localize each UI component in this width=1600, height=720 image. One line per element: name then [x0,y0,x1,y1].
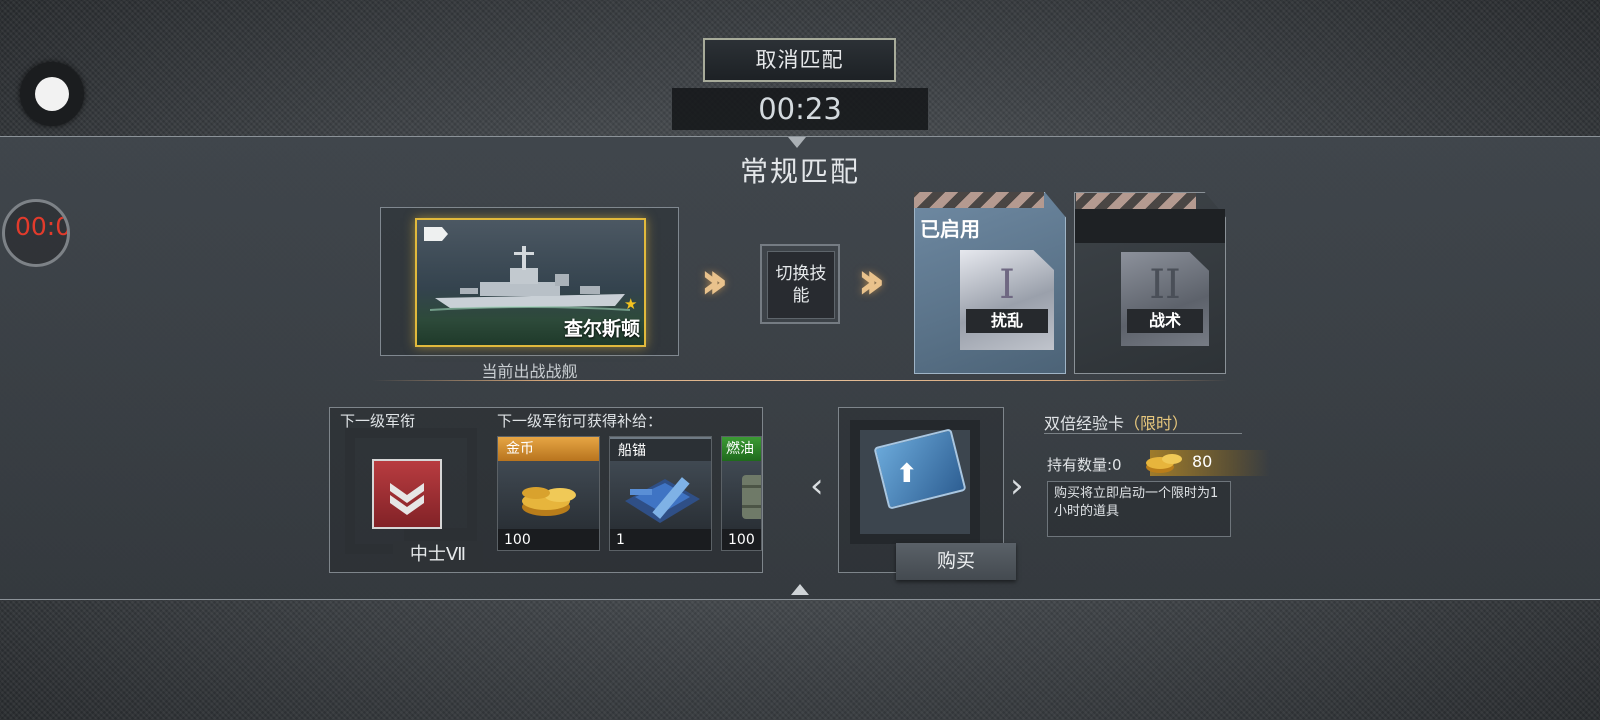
ship-caption: 当前出战战舰 [481,362,578,381]
record-icon [35,77,69,111]
hazard-stripes [1076,193,1196,209]
reward-anchor[interactable]: 船锚 1 [609,436,712,551]
switch-skill-button[interactable]: 切换技能 [760,244,840,324]
item-description: 购买将立即启动一个限时为1小时的道具 [1047,481,1231,537]
reward-fuel[interactable]: 燃油 100 [721,436,762,551]
mode-title: 常规匹配 [739,155,860,188]
anchor-icon [610,461,711,529]
rank-chevron-icon [372,459,442,529]
reward-fuel-name: 燃油 [722,437,761,461]
gold-coin-icon [1146,454,1182,473]
star-icon: ★ [624,295,638,313]
skill-name-1: 扰乱 [966,309,1048,333]
match-timer: 00:23 [672,88,928,130]
side-timer-overlay[interactable]: 00:00 [2,199,70,267]
reward-anchor-count: 1 [610,529,711,550]
reward-gold-count: 100 [498,529,599,550]
warship-image [430,246,630,311]
reward-fuel-count: 100 [722,529,761,550]
title-underline [1044,433,1242,434]
limited-tag: （限时） [1124,414,1189,433]
buy-button[interactable]: 购买 [896,543,1016,580]
shop-item-name: 双倍经验卡 [1044,414,1125,433]
hold-count: 持有数量:0 [1047,456,1122,474]
side-timer-text: 00:00 [15,212,70,241]
rank-name: 中士Ⅶ [393,541,483,569]
arrow-left-icon[interactable]: ‹ [810,466,824,506]
skill-numeral-2: II [1149,262,1181,308]
reward-anchor-name: 船锚 [610,437,711,463]
fuel-barrel-icon [722,461,761,529]
arrow-right-icon[interactable]: › [1010,466,1024,506]
shop-item-title: 双倍经验卡（限时） [1044,410,1188,434]
skill-header-2 [1075,209,1225,243]
hazard-stripes [914,192,1044,208]
divider [372,380,1228,381]
supply-label: 下一级军衔可获得补给： [497,412,663,430]
price-value: 80 [1192,452,1213,471]
skill-name-2: 战术 [1127,309,1203,333]
double-chevron-icon: ›› [857,251,886,311]
skill-enabled-label: 已启用 [920,217,980,241]
ship-name: 查尔斯顿 [563,318,640,340]
cancel-match-button[interactable]: 取消匹配 [703,38,896,82]
switch-skill-label: 切换技能 [767,251,835,319]
reward-gold-name: 金币 [498,437,599,461]
exp-card-arrow: ⬆ [896,459,918,489]
double-chevron-icon: ›› [700,251,729,311]
collapse-down-icon [788,137,806,148]
reward-gold[interactable]: 金币 100 [497,436,600,551]
match-panel [0,136,1600,600]
record-button[interactable] [20,62,84,126]
skill-numeral-1: I [999,262,1015,308]
gold-coin-icon [498,461,599,529]
expand-up-icon[interactable] [791,584,809,595]
